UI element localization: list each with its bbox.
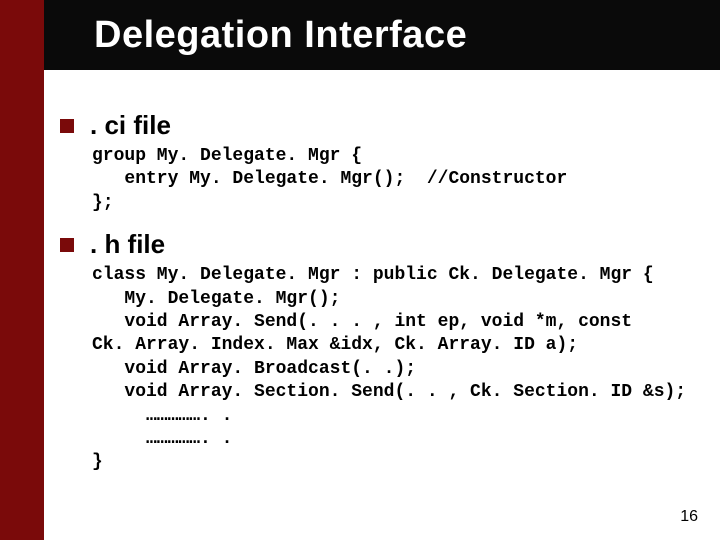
slide-title: Delegation Interface — [94, 14, 467, 57]
title-bar: Delegation Interface — [0, 0, 720, 70]
square-bullet-icon — [60, 119, 74, 133]
page-number: 16 — [680, 508, 698, 526]
slide-content: . ci file group My. Delegate. Mgr { entr… — [56, 110, 696, 489]
square-bullet-icon — [60, 238, 74, 252]
bullet-label-h: . h file — [90, 229, 165, 260]
left-sidebar — [0, 0, 44, 540]
code-block-h: class My. Delegate. Mgr : public Ck. Del… — [92, 264, 696, 475]
slide: Delegation Interface . ci file group My.… — [0, 0, 720, 540]
code-block-ci: group My. Delegate. Mgr { entry My. Dele… — [92, 145, 696, 215]
bullet-row-h: . h file — [56, 229, 696, 260]
left-sidebar-over-title — [0, 0, 44, 70]
bullet-row-ci: . ci file — [56, 110, 696, 141]
bullet-label-ci: . ci file — [90, 110, 171, 141]
